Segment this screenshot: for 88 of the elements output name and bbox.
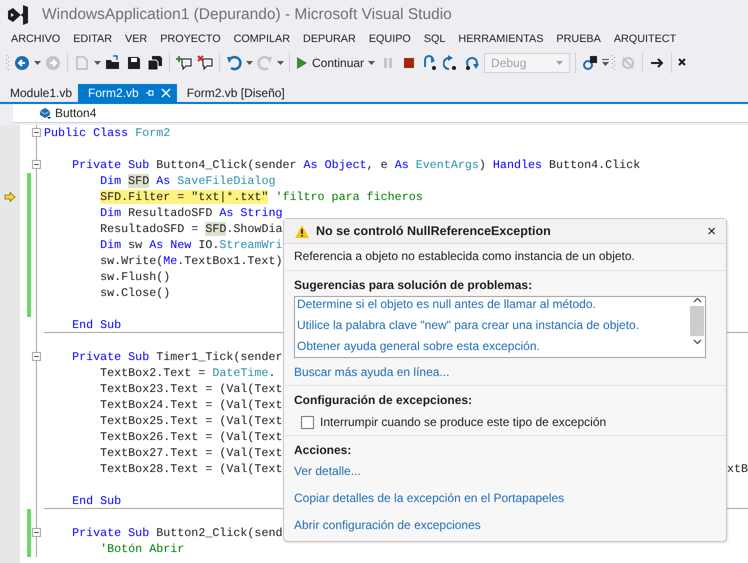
code-line: sw.Close() <box>99 285 170 301</box>
menu-item[interactable]: HERRAMIENTAS <box>458 30 544 48</box>
code-line: End Sub <box>71 317 122 332</box>
close-icon[interactable] <box>160 88 171 98</box>
menu-item[interactable]: DEPURAR <box>303 30 356 48</box>
code-line: TextBox23.Text = (Val(Text <box>99 381 282 397</box>
collapse-icon[interactable] <box>32 528 41 537</box>
back-icon <box>14 55 30 71</box>
collapse-icon[interactable] <box>32 128 41 137</box>
action-link[interactable]: Ver detalle... <box>294 462 361 480</box>
logo-icon <box>6 4 30 26</box>
code-line: sw.Flush() <box>99 269 170 285</box>
suggestion-link[interactable]: Utilice la palabra clave "new" para crear una instancia de objeto. <box>297 315 640 336</box>
menu-item[interactable]: SQL <box>424 30 446 48</box>
open-folder-icon <box>105 55 121 71</box>
save-all-icon <box>147 55 163 71</box>
caret-icon[interactable] <box>94 61 101 65</box>
suggestion-link[interactable]: Determine si el objeto es null antes de llamar al método. <box>297 294 640 315</box>
code-line: ResultadoSFD = SFD.ShowDia <box>99 221 282 237</box>
step-out-icon <box>464 55 480 71</box>
exception-message: Referencia a objeto no establecida como instancia de un objeto. <box>294 248 636 265</box>
help-link[interactable]: Buscar más ayuda en línea... <box>294 363 450 381</box>
document-tab[interactable]: Form2.vb <box>78 84 177 102</box>
play-icon <box>296 56 308 70</box>
remove-comment-icon <box>197 55 213 71</box>
find-icon <box>582 55 598 71</box>
code-line: Dim ResultadoSFD As String <box>99 205 282 221</box>
save-icon <box>126 55 142 71</box>
document-tab[interactable]: Form2.vb [Diseño] <box>176 84 291 102</box>
code-line: TextBox27.Text = (Val(Text <box>99 445 282 461</box>
caret-icon <box>368 61 376 65</box>
action-link[interactable]: Abrir configuración de excepciones <box>294 516 481 534</box>
overflow-icon[interactable] <box>602 59 610 67</box>
action-link[interactable]: Copiar detalles de la excepción en el Portapapeles <box>294 489 564 507</box>
scroll-up-icon[interactable] <box>692 297 702 303</box>
code-line: Private Sub Timer1_Tick(sender <box>71 349 282 365</box>
code-line: Private Sub Button2_Click(send <box>71 525 282 541</box>
code-line: Public Class Form2 <box>44 125 170 141</box>
forward-icon <box>45 55 61 71</box>
close-button[interactable]: × <box>705 224 718 238</box>
pin-icon[interactable] <box>144 88 155 98</box>
caret-icon <box>556 61 564 65</box>
code-line: TextBox24.Text = (Val(Text <box>99 397 282 413</box>
code-line: End Sub <box>71 493 122 508</box>
caret-icon[interactable] <box>246 61 253 65</box>
undo-icon <box>226 55 242 71</box>
cube-icon <box>39 106 51 120</box>
code-line: TextBox26.Text = (Val(Text <box>99 429 282 445</box>
continue-button[interactable]: Continuar <box>295 52 376 74</box>
checkbox[interactable] <box>301 416 314 428</box>
menu-item[interactable]: EDITAR <box>73 30 112 48</box>
menu-item[interactable]: ARCHIVO <box>11 30 60 48</box>
menu-item[interactable]: VER <box>125 30 148 48</box>
suggestion-link[interactable]: Obtener ayuda general sobre esta excepción. <box>297 336 640 357</box>
document-tab[interactable]: Module1.vb <box>0 84 78 102</box>
scroll-down-icon[interactable] <box>692 339 702 345</box>
collapse-icon[interactable] <box>32 160 41 169</box>
warning-icon <box>294 224 310 238</box>
code-fragment: xtB <box>726 461 748 477</box>
code-line: TextBox28.Text = (Val(Text <box>99 461 282 477</box>
code-line: TextBox25.Text = (Val(Text <box>99 413 282 429</box>
code-line: sw.Write(Me.TextBox1.Text) <box>99 253 282 269</box>
member-dropdown[interactable]: Button4 <box>13 104 748 123</box>
menu-item[interactable]: COMPILAR <box>234 30 290 48</box>
code-line: TextBox2.Text = DateTime. <box>99 365 276 381</box>
caret-icon[interactable] <box>34 61 41 65</box>
menu-item[interactable]: ARQUITECT <box>614 30 676 48</box>
menu-item[interactable]: PROYECTO <box>160 30 221 48</box>
code-line: Dim sw As New IO.StreamWri <box>99 237 282 253</box>
add-comment-icon <box>176 55 192 71</box>
disabled-circle-icon <box>620 55 636 71</box>
collapse-icon[interactable] <box>32 352 41 361</box>
menu-item[interactable]: EQUIPO <box>368 30 411 48</box>
popup-title: No se controló NullReferenceException <box>316 222 551 240</box>
section-heading: Configuración de excepciones: <box>294 392 474 409</box>
window-title: WindowsApplication1 (Depurando) - Microsoft Visual Studio <box>42 5 452 26</box>
code-line: SFD.Filter = "txt|*.txt" 'filtro para ficheros <box>99 189 423 205</box>
new-file-icon <box>74 55 90 71</box>
step-into-icon <box>422 55 438 71</box>
section-heading: Acciones: <box>294 442 352 459</box>
code-line: Dim SFD As SaveFileDialog <box>99 173 276 189</box>
code-line: 'Botón Abrir <box>99 541 184 557</box>
code-line: Private Sub Button4_Click(sender As Object, e As EventArgs) Handles Button4.Click <box>71 157 640 173</box>
redo-icon <box>257 55 273 71</box>
menu-item[interactable]: PRUEBA <box>556 30 601 48</box>
section-heading: Sugerencias para solución de problemas: <box>294 277 534 294</box>
caret-icon[interactable] <box>277 61 284 65</box>
checkbox-label[interactable]: Interrumpir cuando se produce este tipo de excepción <box>320 413 606 431</box>
